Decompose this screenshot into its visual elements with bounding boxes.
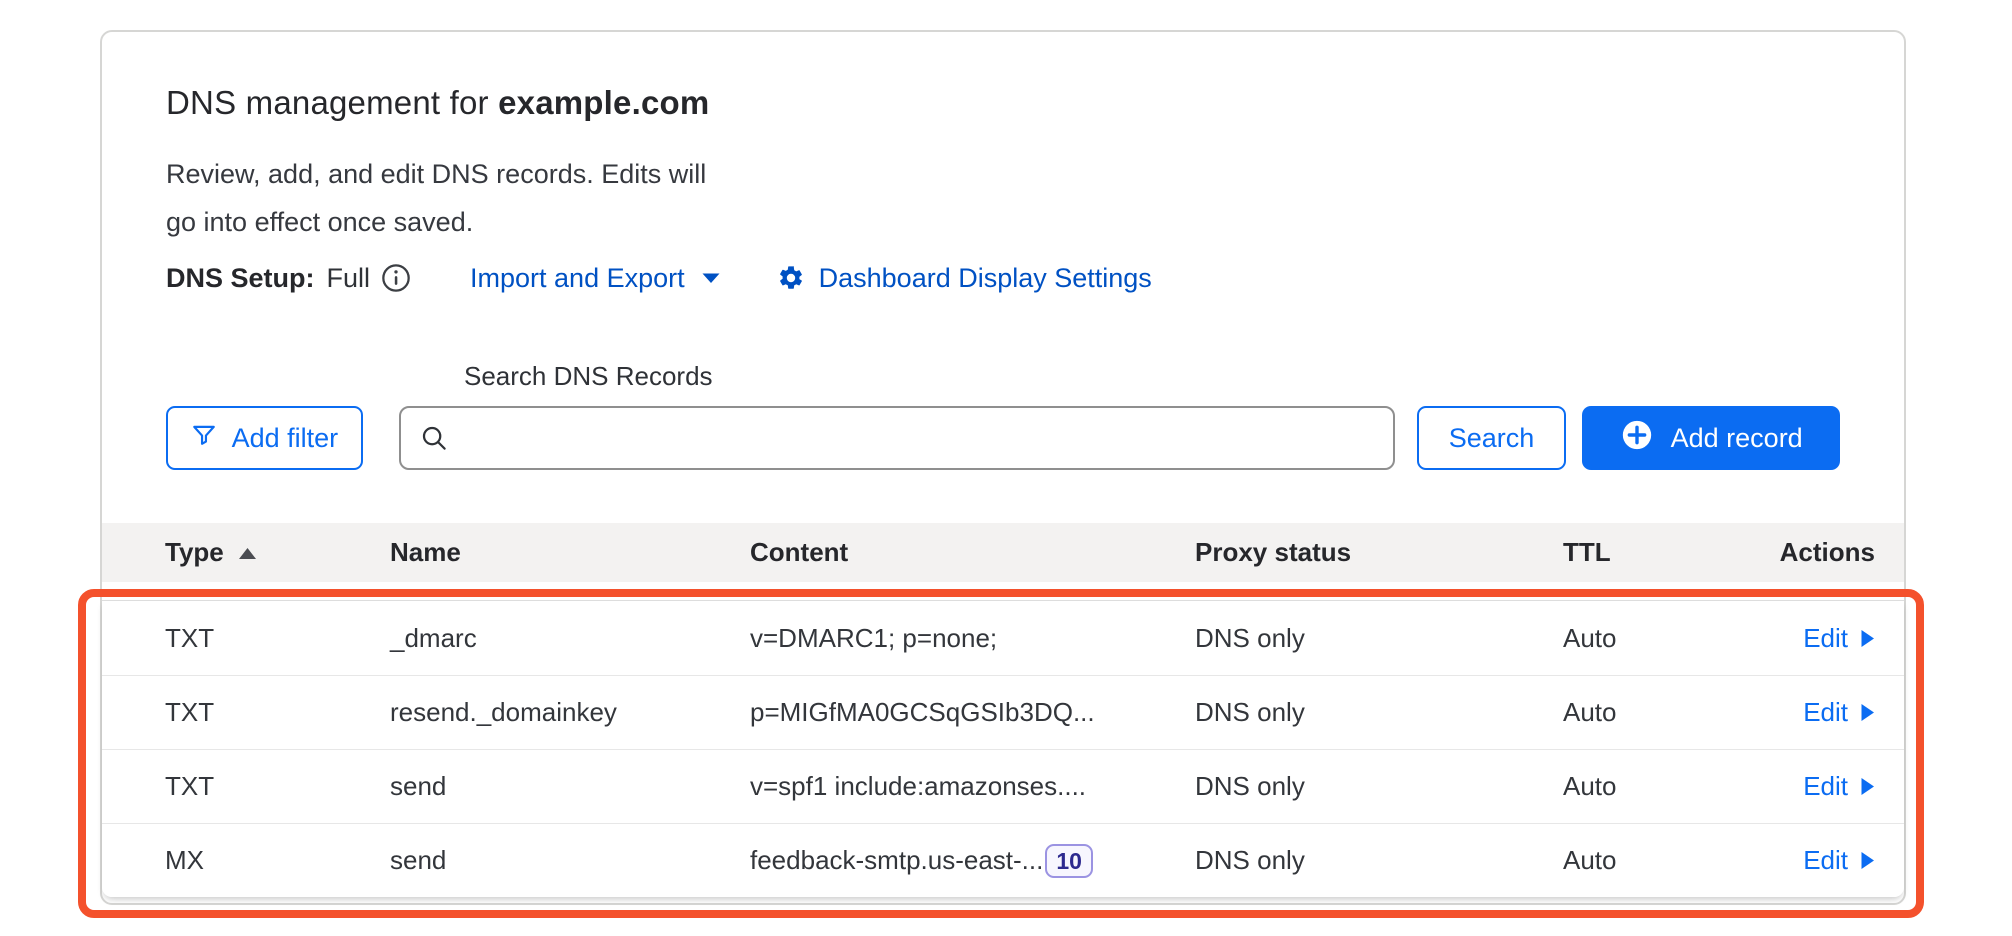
cell-type: TXT [165, 697, 390, 728]
dashboard-display-settings-label: Dashboard Display Settings [819, 263, 1152, 294]
dns-setup-label: DNS Setup: [166, 263, 315, 294]
table-header-ttl: TTL [1563, 537, 1723, 568]
cell-name: resend._domainkey [390, 697, 750, 728]
page-description-line1: Review, add, and edit DNS records. Edits… [166, 150, 1840, 198]
table-controls: Add filter Search Add record [166, 406, 1840, 470]
dns-records-table: Type Name Content Proxy status TTL Actio… [102, 523, 1904, 897]
page-title-prefix: DNS management for [166, 84, 498, 121]
info-icon[interactable] [380, 262, 412, 294]
search-dns-records-label: Search DNS Records [464, 360, 1840, 392]
add-record-button[interactable]: Add record [1582, 406, 1840, 470]
cell-content: p=MIGfMA0GCSqGSIb3DQ... [750, 697, 1195, 728]
dashboard-display-settings-link[interactable]: Dashboard Display Settings [777, 263, 1152, 294]
chevron-right-icon [1860, 629, 1875, 648]
cell-ttl: Auto [1563, 623, 1723, 654]
edit-record-link[interactable]: Edit [1803, 697, 1875, 728]
table-row: TXT send v=spf1 include:amazonses.... DN… [102, 749, 1904, 823]
chevron-right-icon [1860, 851, 1875, 870]
cell-name: send [390, 771, 750, 802]
cell-proxy-status: DNS only [1195, 845, 1563, 876]
cell-name: _dmarc [390, 623, 750, 654]
import-export-link[interactable]: Import and Export [470, 263, 721, 294]
table-header-row: Type Name Content Proxy status TTL Actio… [102, 523, 1904, 582]
page-description: Review, add, and edit DNS records. Edits… [166, 150, 1840, 246]
cell-ttl: Auto [1563, 771, 1723, 802]
sort-ascending-icon [238, 547, 257, 560]
edit-label: Edit [1803, 845, 1848, 876]
edit-label: Edit [1803, 697, 1848, 728]
table-row: TXT resend._domainkey p=MIGfMA0GCSqGSIb3… [102, 675, 1904, 749]
filter-funnel-icon [191, 422, 217, 455]
table-header-type-label: Type [165, 537, 224, 568]
search-field-wrapper [399, 406, 1395, 470]
cell-type: TXT [165, 771, 390, 802]
edit-label: Edit [1803, 623, 1848, 654]
edit-record-link[interactable]: Edit [1803, 771, 1875, 802]
gear-icon [777, 264, 805, 292]
chevron-right-icon [1860, 777, 1875, 796]
cell-ttl: Auto [1563, 845, 1723, 876]
cell-name: send [390, 845, 750, 876]
mx-priority-badge: 10 [1045, 844, 1093, 878]
table-header-actions: Actions [1723, 537, 1875, 568]
cell-actions: Edit [1723, 845, 1875, 876]
add-record-label: Add record [1671, 423, 1803, 454]
dns-setup-value: Full [327, 263, 371, 294]
chevron-right-icon [1860, 703, 1875, 722]
add-filter-label: Add filter [232, 423, 339, 454]
cell-proxy-status: DNS only [1195, 623, 1563, 654]
table-header-proxy-status: Proxy status [1195, 537, 1563, 568]
cell-type: MX [165, 845, 390, 876]
table-header-name: Name [390, 537, 750, 568]
card-content: DNS management for example.com Review, a… [102, 32, 1904, 470]
page-description-line2: go into effect once saved. [166, 198, 1840, 246]
cell-actions: Edit [1723, 697, 1875, 728]
dns-setup-row: DNS Setup: Full Import and Export Dashbo… [166, 262, 1840, 294]
cell-content: v=spf1 include:amazonses.... [750, 771, 1195, 802]
chevron-down-icon [701, 272, 721, 285]
cell-proxy-status: DNS only [1195, 771, 1563, 802]
table-header-content: Content [750, 537, 1195, 568]
table-row: TXT _dmarc v=DMARC1; p=none; DNS only Au… [102, 601, 1904, 675]
table-row: MX send feedback-smtp.us-east-... 10 DNS… [102, 823, 1904, 897]
page-title: DNS management for example.com [166, 80, 1840, 126]
edit-record-link[interactable]: Edit [1803, 845, 1875, 876]
table-body: TXT _dmarc v=DMARC1; p=none; DNS only Au… [102, 600, 1904, 897]
search-button-label: Search [1449, 423, 1535, 454]
plus-circle-icon [1620, 418, 1654, 459]
edit-label: Edit [1803, 771, 1848, 802]
dns-management-card: DNS management for example.com Review, a… [100, 30, 1906, 905]
dns-management-page: DNS management for example.com Review, a… [0, 0, 2012, 936]
cell-content: feedback-smtp.us-east-... 10 [750, 844, 1195, 878]
cell-actions: Edit [1723, 771, 1875, 802]
cell-type: TXT [165, 623, 390, 654]
search-button[interactable]: Search [1417, 406, 1567, 470]
import-export-label: Import and Export [470, 263, 685, 294]
cell-ttl: Auto [1563, 697, 1723, 728]
search-dns-records-input[interactable] [399, 406, 1395, 470]
cell-content: v=DMARC1; p=none; [750, 623, 1195, 654]
cell-content-text: feedback-smtp.us-east-... [750, 845, 1043, 876]
add-filter-button[interactable]: Add filter [166, 406, 363, 470]
table-header-type[interactable]: Type [165, 537, 390, 568]
page-title-domain: example.com [498, 84, 709, 121]
cell-proxy-status: DNS only [1195, 697, 1563, 728]
edit-record-link[interactable]: Edit [1803, 623, 1875, 654]
cell-actions: Edit [1723, 623, 1875, 654]
